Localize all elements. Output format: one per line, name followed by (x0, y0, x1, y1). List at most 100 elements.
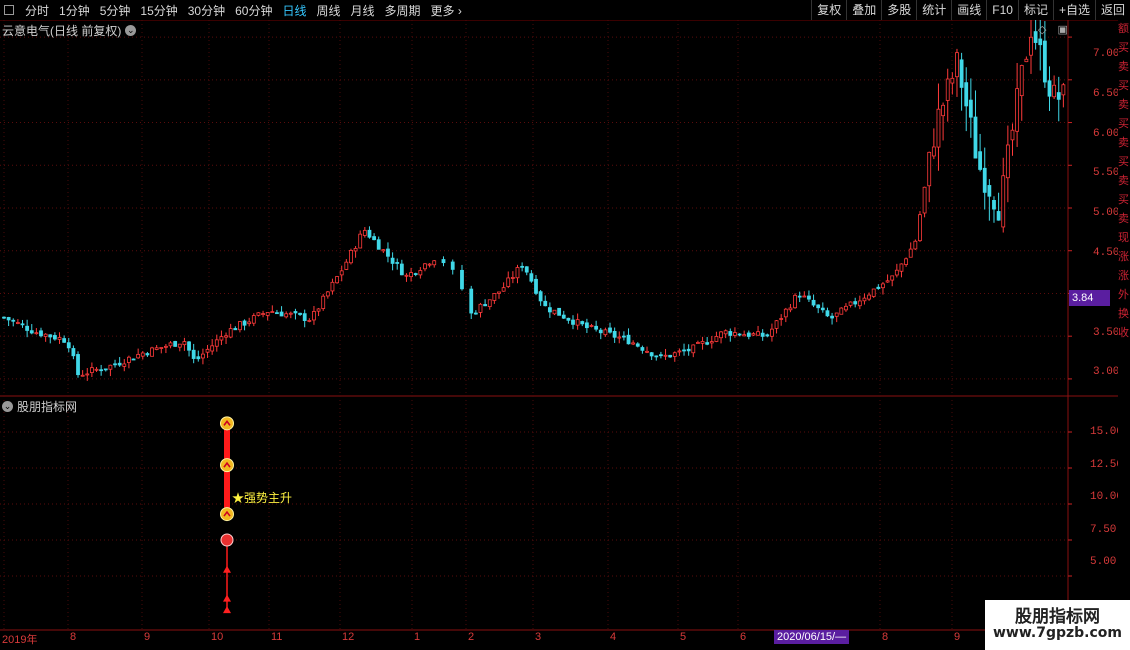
period-15min[interactable]: 15分钟 (135, 2, 182, 19)
tool-stats[interactable]: 统计 (916, 0, 951, 20)
candle-body (936, 108, 941, 148)
time-tick: 3 (535, 631, 542, 643)
strong-rise-signal-label: ★强势主升 (232, 491, 293, 505)
candle-body (649, 352, 654, 357)
quote-field: 涨 (1118, 270, 1129, 282)
tool-f10[interactable]: F10 (986, 0, 1018, 20)
candle-body (11, 319, 16, 322)
chevron-down-icon[interactable]: ⌄ (2, 401, 13, 412)
candle-body (1029, 36, 1033, 56)
candle-body (1061, 84, 1066, 96)
candle-body (973, 116, 978, 159)
candle-body (617, 336, 622, 339)
candle-body (29, 330, 34, 334)
y-tick: 6.00 (1093, 128, 1120, 140)
candle-body (862, 297, 867, 302)
tool-draw[interactable]: 画线 (951, 0, 986, 20)
y-tick: 7.50 (1090, 524, 1117, 536)
candle-body (765, 334, 770, 337)
current-price-tag: 3.84 (1069, 290, 1110, 306)
candle-body (515, 267, 520, 279)
more-label: 更多 (430, 3, 455, 18)
signal-marker (220, 416, 234, 431)
candle-body (561, 314, 566, 319)
y-tick: 5.50 (1093, 167, 1120, 179)
candle-body (871, 288, 876, 297)
tool-fuquan[interactable]: 复权 (811, 0, 846, 20)
candle-body (691, 344, 696, 354)
diamond-icon[interactable]: ◇ (1038, 24, 1046, 36)
candle-body (538, 291, 543, 302)
quote-field: 卖 (1118, 175, 1129, 187)
quote-field: 涨 (1118, 251, 1129, 263)
candle-body (154, 347, 159, 350)
chevron-right-icon: › (457, 3, 462, 18)
candle-body (978, 151, 983, 170)
candle-body (959, 59, 964, 88)
period-monthly[interactable]: 月线 (346, 2, 380, 19)
time-tick: 5 (680, 631, 687, 643)
window-icon[interactable]: ▣ (1058, 24, 1068, 36)
candle-body (908, 248, 913, 258)
watermark-url: www.7gpzb.com (992, 625, 1122, 641)
period-60min[interactable]: 60分钟 (230, 2, 277, 19)
period-30min[interactable]: 30分钟 (183, 2, 230, 19)
candle-body (270, 311, 275, 313)
tool-add-watchlist[interactable]: +自选 (1052, 0, 1095, 20)
right-toolbar: 复权 叠加 多股 统计 画线 F10 标记 +自选 返回 (811, 0, 1130, 20)
candle-body (131, 358, 136, 361)
candle-body (612, 330, 617, 338)
tool-mark[interactable]: 标记 (1017, 0, 1053, 20)
quote-field: 现 (1118, 232, 1129, 244)
candle-body (853, 301, 858, 305)
period-weekly[interactable]: 周线 (311, 2, 345, 19)
candle-body (945, 78, 950, 101)
candle-body (982, 167, 987, 193)
time-tick: 12 (342, 631, 355, 643)
period-5min[interactable]: 5分钟 (95, 2, 136, 19)
candle-body (177, 343, 182, 348)
candle-body (89, 367, 94, 373)
candle-body (1005, 144, 1010, 179)
candle-body (547, 307, 552, 313)
y-tick: 5.00 (1090, 556, 1117, 568)
candle-body (904, 258, 908, 265)
candle-body (103, 368, 108, 371)
price-chart[interactable] (0, 20, 1118, 640)
candle-body (460, 269, 464, 290)
candle-body (834, 312, 839, 317)
candle-body (127, 356, 131, 363)
period-1min[interactable]: 1分钟 (54, 2, 95, 19)
chart-grid (0, 20, 1118, 640)
candle-body (25, 325, 30, 331)
tool-multistock[interactable]: 多股 (881, 0, 916, 20)
tool-overlay[interactable]: 叠加 (846, 0, 881, 20)
candle-body (534, 278, 538, 294)
period-daily[interactable]: 日线 (277, 2, 311, 19)
candle-body (224, 335, 228, 338)
candle-body (686, 348, 691, 352)
candle-body (506, 277, 511, 287)
period-more[interactable]: 更多 › (426, 2, 467, 19)
candle-body (677, 350, 682, 353)
menu-icon[interactable] (4, 5, 14, 15)
period-fenshi[interactable]: 分时 (20, 2, 54, 19)
chevron-down-icon[interactable]: ⌄ (125, 25, 137, 36)
candle-body (43, 333, 48, 337)
period-multi[interactable]: 多周期 (380, 2, 426, 19)
y-tick: 5.00 (1093, 207, 1120, 219)
candle-body (376, 239, 381, 250)
candle-body (950, 77, 955, 84)
candle-body (746, 332, 751, 337)
candle-body (742, 334, 747, 337)
candle-body (733, 332, 737, 336)
candle-body (288, 312, 293, 315)
y-tick: 3.00 (1093, 366, 1120, 378)
candle-body (719, 331, 723, 339)
candle-body (386, 248, 390, 257)
candle-body (242, 320, 247, 326)
candle-body (793, 294, 797, 309)
tool-back[interactable]: 返回 (1094, 0, 1130, 20)
indicator-title: 股朋指标网 (17, 400, 78, 414)
candle-body (1042, 40, 1047, 83)
